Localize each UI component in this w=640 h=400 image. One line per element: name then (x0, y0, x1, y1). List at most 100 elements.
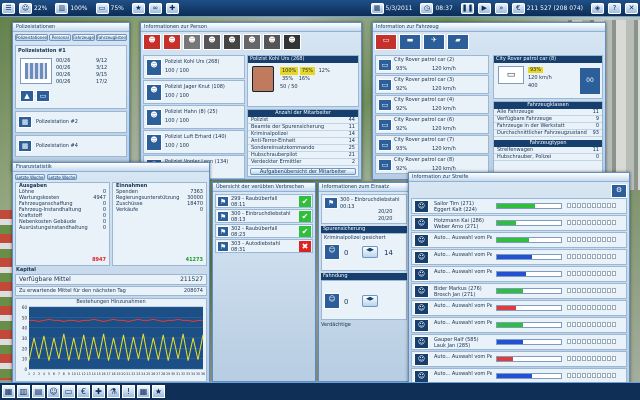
station-list-item-4[interactable]: ▦ Polizeistation #4 (15, 135, 127, 157)
people-icon[interactable]: ☺ (19, 2, 32, 14)
x-tick-label: 23 (136, 372, 140, 376)
cross-icon[interactable]: ✖ (299, 241, 311, 252)
patrol-row[interactable]: ☺ Auto... Auswahl vom Personal (411, 249, 627, 265)
check-icon[interactable]: ✔ (299, 196, 311, 207)
patrol-row[interactable]: ☺ Auto... Auswahl vom Personal (411, 266, 627, 282)
vehicle-car-icon[interactable]: ▭ (375, 34, 397, 50)
patrol-row[interactable]: ☺ Bider Markus (276) Brosch Jan (271) (411, 283, 627, 299)
vehicle-row[interactable]: City Rover patrol car (3) ▭ 92% 120 km/h (375, 75, 489, 94)
tab-stations[interactable]: Polizeistationen (15, 34, 49, 41)
x-tick-label: 3 (38, 372, 40, 376)
crime-row[interactable]: ⚑ 299 - Raubüberfall 08:11 ✔ (215, 194, 313, 208)
crime-row[interactable]: ⚑ 303 - Autodiebstahl 08:31 ✖ (215, 239, 313, 253)
slot-icon (582, 237, 586, 242)
person-row[interactable]: ☻ Polizist Luft Erhard (140) 100 / 100 (143, 130, 245, 154)
play-icon[interactable]: ▶ (477, 2, 491, 14)
bottom-research-icon[interactable]: ⚗ (107, 385, 120, 398)
bottom-finance-icon[interactable]: € (77, 385, 90, 398)
vehicle-row[interactable]: City Rover patrol car (4) ▭ 92% 120 km/h (375, 95, 489, 114)
check-icon[interactable]: ✔ (299, 226, 311, 237)
crosshair-icon[interactable]: ✚ (165, 2, 179, 14)
vehicle-row[interactable]: City Rover patrol car (6) ▭ 92% 120 km/h (375, 115, 489, 134)
handcuff-icon[interactable]: ∞ (148, 2, 162, 14)
tab-vehicles[interactable]: Fahrzeuge (72, 34, 95, 41)
unit-dark3-icon[interactable]: ☻ (263, 34, 281, 50)
pause-icon[interactable]: ❚❚ (460, 2, 474, 14)
vehicle-row[interactable]: City Rover patrol car (7) ▭ 93% 120 km/h (375, 135, 489, 154)
check-icon[interactable]: ✔ (299, 211, 311, 222)
person-row[interactable]: ☻ Polizist Jager Knut (108) 100 / 100 (143, 80, 245, 104)
task-overview-button[interactable]: Aufgabenübersicht der Mitarbeiter (250, 168, 356, 175)
bottom-car-icon[interactable]: ▭ (62, 385, 75, 398)
search-swap-button[interactable]: ◀▶ (362, 295, 378, 307)
person-detail-name: Polizist Kohl Urs (268) (248, 56, 358, 63)
vehicle-van-icon[interactable]: ▬ (399, 34, 421, 50)
patrol-settings-icon[interactable]: ⚙ (611, 184, 627, 198)
vehicle-heli-icon[interactable]: ✈ (423, 34, 445, 50)
station-upgrade-icon[interactable]: ▲ (20, 90, 34, 102)
forensics-person-icon[interactable]: ☺ (324, 244, 340, 260)
y-tick-label: 20 (22, 346, 28, 351)
finance-tab-2[interactable]: Letzte Woche (47, 174, 77, 180)
finance-tab-1[interactable]: Letzte Woche (15, 174, 45, 180)
officer-icon: ☺ (414, 200, 429, 213)
unit-red2-icon[interactable]: ☻ (163, 34, 181, 50)
tab-personal[interactable]: Personal (49, 34, 72, 41)
unit-dark2-icon[interactable]: ☻ (243, 34, 261, 50)
x-tick-label: 10 (72, 372, 76, 376)
bottom-people-icon[interactable]: ☺ (47, 385, 60, 398)
person-row[interactable]: ☻ Polizist Kohl Urs (268) 100 / 100 (143, 55, 245, 79)
slot-icon (587, 288, 591, 293)
staff-label: Kriminalpolizei (251, 131, 288, 137)
unit-dark-icon[interactable]: ☻ (223, 34, 241, 50)
crime-row[interactable]: ⚑ 300 - Einbruchdiebstahl 08:13 ✔ (215, 209, 313, 223)
bottom-star-icon[interactable]: ★ (152, 385, 165, 398)
bottom-jail-icon[interactable]: ▤ (32, 385, 45, 398)
finance-value: 0 (102, 225, 106, 231)
vehicle-row[interactable]: City Rover patrol car (2) ▭ 93% 120 km/h (375, 55, 489, 74)
station-list-item-2[interactable]: ▦ Polizeistation #2 (15, 111, 127, 133)
tab-vehicle-lists[interactable]: Fahrzeuglisten (95, 34, 127, 41)
station-name: Polizeistation #1 (18, 48, 66, 54)
bottom-target-icon[interactable]: ✚ (92, 385, 105, 398)
help-icon[interactable]: ? (608, 2, 621, 14)
finance-title: Finanzstatistik (13, 163, 209, 172)
person-detail: Polizist Kohl Urs (268) 100% 75% 12% 35%… (247, 55, 359, 107)
bottom-station-icon[interactable]: ▦ (2, 385, 15, 398)
patrol-row[interactable]: ☺ Auto... Auswahl vom Personal (411, 232, 627, 248)
search-officer-icon[interactable]: ☺ (324, 293, 340, 309)
chart-icon[interactable]: ▥ (55, 2, 69, 14)
unit-dark4-icon[interactable]: ☻ (283, 34, 301, 50)
unit-red-icon[interactable]: ☻ (143, 34, 161, 50)
patrol-row[interactable]: ☺ Auto... Auswahl vom Personal (411, 351, 627, 367)
menu-icon[interactable]: ☰ (2, 2, 15, 14)
patrol-row[interactable]: ☺ Hotzmann Kai (286) Weber Arno (271) (411, 215, 627, 231)
patrol-row[interactable]: ☺ Auto... Auswahl vom Personal (411, 300, 627, 316)
mission-item[interactable]: ⚑ 300 - Einbruchdiebstahl 00:13 20/20 20… (321, 194, 407, 224)
slot-icon (592, 254, 596, 259)
bottom-building-icon[interactable]: ▥ (17, 385, 30, 398)
expected-funds: Zu erwartende Mittel für den nächsten Ta… (15, 286, 207, 296)
patrol-row[interactable]: ☺ Sailor Tim (271) Eggert Kalt (224) (411, 198, 627, 214)
bottom-calendar-icon[interactable]: ▦ (137, 385, 150, 398)
close-icon[interactable]: ✕ (625, 2, 638, 14)
person-row[interactable]: ☻ Polizist Hahn (8) (25) 100 / 100 (143, 105, 245, 129)
stat-pct-4: 35% (282, 76, 294, 82)
slot-icon (597, 254, 601, 259)
map-icon[interactable]: ◈ (591, 2, 604, 14)
car-icon[interactable]: ▭ (95, 2, 109, 14)
fastforward-icon[interactable]: » (494, 2, 508, 14)
vehicle-stat-row: Alle Fahrzeuge 11 (494, 109, 602, 116)
patrol-car-icon: ▭ (378, 59, 392, 71)
unit-grey-icon[interactable]: ☻ (183, 34, 201, 50)
forensics-swap-button[interactable]: ◀▶ (362, 246, 378, 258)
patrol-row[interactable]: ☺ Gauper Ralf (585) Lauk Jan (285) (411, 334, 627, 350)
bottom-alert-icon[interactable]: ! (122, 385, 135, 398)
patrol-row[interactable]: ☺ Auto... Auswahl vom Personal (411, 317, 627, 333)
slot-icon (597, 356, 601, 361)
crime-row[interactable]: ⚑ 302 - Raubüberfall 08:23 ✔ (215, 224, 313, 238)
station-car-icon[interactable]: ▭ (36, 90, 50, 102)
star-icon[interactable]: ★ (131, 2, 145, 14)
unit-grey2-icon[interactable]: ☻ (203, 34, 221, 50)
vehicle-truck-icon[interactable]: ▰ (447, 34, 469, 50)
